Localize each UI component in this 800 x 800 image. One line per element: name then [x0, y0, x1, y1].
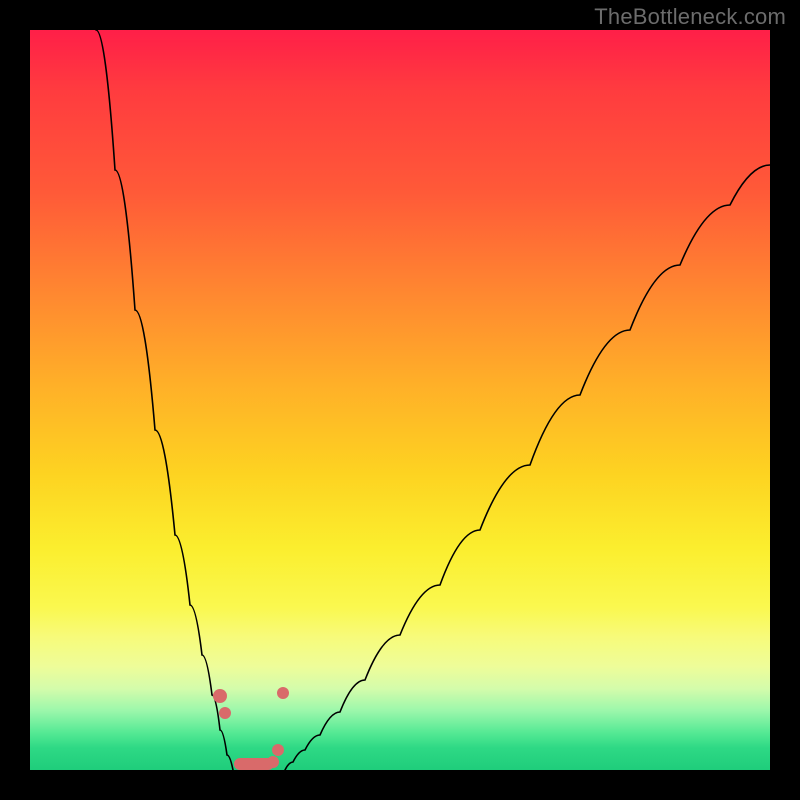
- curve-svg: [30, 30, 770, 770]
- curve-left-branch: [96, 30, 233, 770]
- data-markers: [213, 687, 289, 770]
- chart-frame: TheBottleneck.com: [0, 0, 800, 800]
- marker-point: [277, 687, 289, 699]
- marker-point: [272, 744, 284, 756]
- marker-point: [219, 707, 231, 719]
- curve-right-branch: [285, 165, 770, 770]
- watermark-text: TheBottleneck.com: [594, 4, 786, 30]
- plot-area: [30, 30, 770, 770]
- marker-point: [267, 756, 279, 768]
- marker-point: [213, 689, 227, 703]
